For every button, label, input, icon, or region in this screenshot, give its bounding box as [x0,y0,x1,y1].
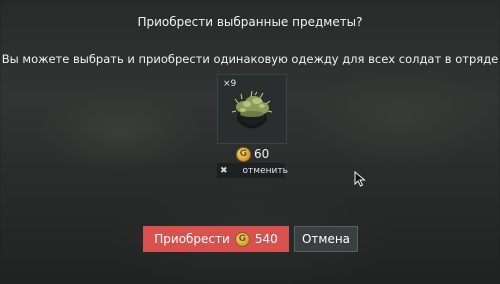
cancel-button[interactable]: Отмена [294,226,358,252]
ghillie-helmet-icon [231,90,273,129]
item-price-value: 60 [254,147,270,161]
item-price: G 60 [236,145,269,163]
remove-item-label: отменить [242,165,288,176]
buy-button-label: Приобрести [154,232,230,246]
gold-coin-icon: G [236,146,251,162]
gold-coin-icon: G [234,231,250,247]
cancel-button-label: Отмена [301,232,351,246]
close-icon: ✖ [220,165,228,176]
mouse-cursor-icon [354,171,366,187]
buy-total-price: 540 [254,232,278,246]
remove-item-button[interactable]: ✖ отменить [217,163,288,178]
buy-button[interactable]: Приобрести G 540 [143,226,289,252]
item-card[interactable]: ×9 [217,74,287,144]
dialog-title: Приобрести выбранные предметы? [137,15,363,29]
dialog-subtitle: Вы можете выбрать и приобрести одинакову… [1,52,499,66]
